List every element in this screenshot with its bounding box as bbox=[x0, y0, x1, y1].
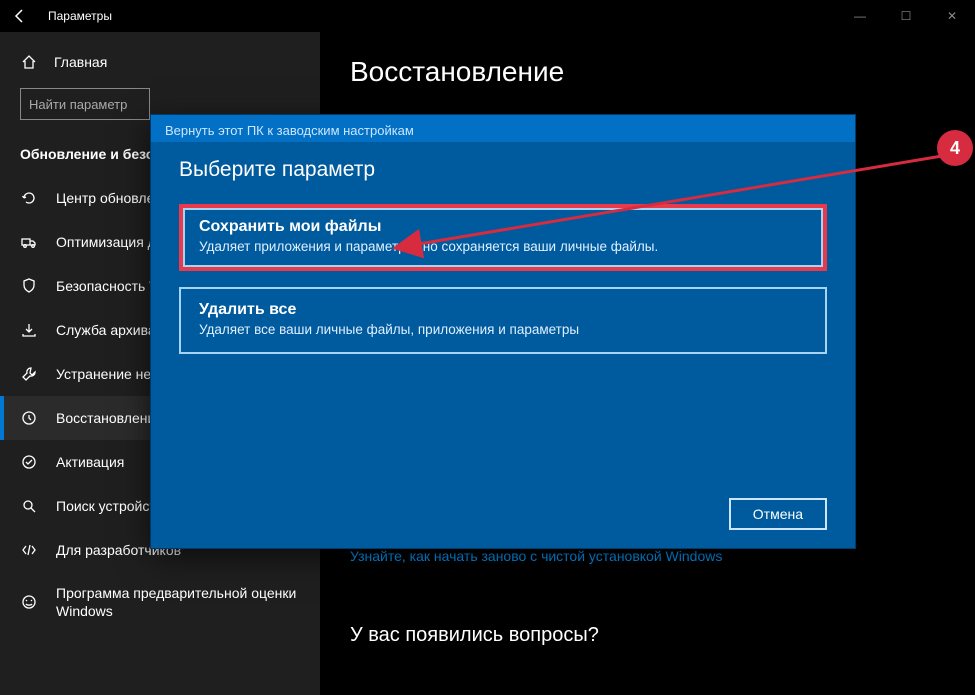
minimize-button[interactable]: — bbox=[837, 0, 883, 32]
titlebar: Параметры — ☐ ✕ bbox=[0, 0, 975, 32]
search-input[interactable]: Найти параметр bbox=[20, 88, 150, 120]
window-title: Параметры bbox=[48, 9, 112, 23]
nav-label: Программа предварительной оценки bbox=[56, 584, 296, 602]
home-label: Главная bbox=[54, 54, 107, 70]
dialog-title: Вернуть этот ПК к заводским настройкам bbox=[151, 115, 855, 142]
dialog-heading: Выберите параметр bbox=[179, 158, 827, 182]
option-title: Удалить все bbox=[199, 301, 807, 319]
search-placeholder: Найти параметр bbox=[29, 97, 127, 112]
nav-label: Активация bbox=[56, 454, 124, 470]
back-button[interactable] bbox=[0, 0, 40, 32]
home-icon bbox=[20, 54, 38, 70]
reset-option-1[interactable]: Удалить все Удаляет все ваши личные файлы… bbox=[179, 287, 827, 354]
truck-icon bbox=[20, 234, 38, 250]
activation-icon bbox=[20, 454, 38, 470]
reset-dialog: Вернуть этот ПК к заводским настройкам В… bbox=[150, 114, 856, 549]
nav-label: Windows bbox=[56, 602, 296, 620]
option-desc: Удаляет приложения и параметры, но сохра… bbox=[199, 238, 807, 257]
faq-heading: У вас появились вопросы? bbox=[350, 624, 975, 647]
clean-install-link[interactable]: Узнайте, как начать заново с чистой уста… bbox=[350, 548, 975, 564]
recovery-icon bbox=[20, 410, 38, 426]
insider-icon bbox=[20, 594, 38, 610]
find-icon bbox=[20, 498, 38, 514]
nav-label: Восстановление bbox=[56, 410, 163, 426]
page-title: Восстановление bbox=[350, 56, 975, 88]
reset-option-0[interactable]: Сохранить мои файлы Удаляет приложения и … bbox=[179, 204, 827, 271]
cancel-button[interactable]: Отмена bbox=[729, 498, 827, 530]
option-desc: Удаляет все ваши личные файлы, приложени… bbox=[199, 321, 807, 340]
maximize-button[interactable]: ☐ bbox=[883, 0, 929, 32]
home-nav[interactable]: Главная bbox=[0, 46, 320, 84]
annotation-badge: 4 bbox=[937, 130, 973, 166]
wrench-icon bbox=[20, 366, 38, 382]
devmode-icon bbox=[20, 542, 38, 558]
sidebar-item-9[interactable]: Программа предварительной оценкиWindows bbox=[0, 572, 320, 632]
refresh-icon bbox=[20, 190, 38, 206]
option-title: Сохранить мои файлы bbox=[199, 218, 807, 236]
close-button[interactable]: ✕ bbox=[929, 0, 975, 32]
backup-icon bbox=[20, 322, 38, 338]
shield-icon bbox=[20, 278, 38, 294]
